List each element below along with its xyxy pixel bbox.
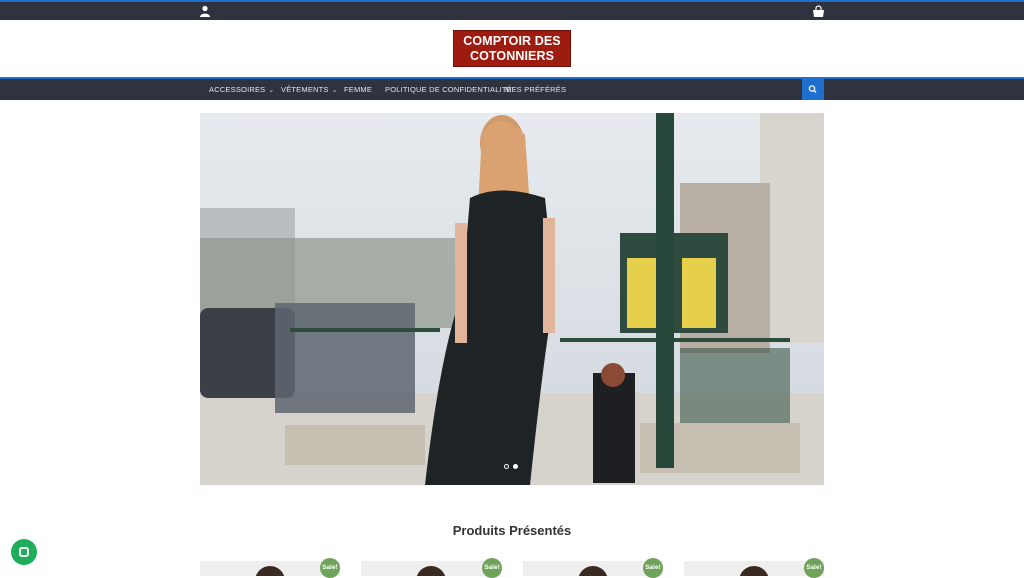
product-image xyxy=(739,566,769,576)
nav-item-label: FEMME xyxy=(344,85,373,94)
nav-item-femme[interactable]: FEMME xyxy=(344,85,372,94)
hero-image xyxy=(200,113,824,485)
section-title: Produits Présentés xyxy=(452,523,572,538)
product-card[interactable] xyxy=(200,561,340,576)
logo-line-1: COMPTOIR DES xyxy=(463,34,561,48)
product-card[interactable] xyxy=(523,561,663,576)
product-image xyxy=(416,566,446,576)
user-icon[interactable] xyxy=(199,5,211,17)
nav-item-label: ACCESSOIRES xyxy=(209,85,266,94)
nav-item-label: MES PRÉFÉRÉS xyxy=(505,85,567,94)
product-card[interactable] xyxy=(361,561,501,576)
logo-line-2: COTONNIERS xyxy=(469,49,555,63)
nav-item-favoris[interactable]: MES PRÉFÉRÉS xyxy=(505,85,566,94)
hero-slider[interactable] xyxy=(200,113,824,485)
product-card[interactable] xyxy=(684,561,824,576)
main-navigation: ACCESSOIRES ⌄ VÊTEMENTS ⌄ FEMME POLITIQUE … xyxy=(0,77,1024,100)
nav-item-politique[interactable]: POLITIQUE DE CONFIDENTIALITÉ xyxy=(385,85,512,94)
product-image xyxy=(578,566,608,576)
sale-badge: Sale! xyxy=(643,558,663,578)
nav-item-vetements[interactable]: VÊTEMENTS ⌄ xyxy=(281,85,338,94)
chevron-down-icon: ⌄ xyxy=(331,87,338,94)
nav-item-accessoires[interactable]: ACCESSOIRES ⌄ xyxy=(209,85,274,94)
chat-button[interactable] xyxy=(11,539,37,565)
site-logo[interactable]: COMPTOIR DES COTONNIERS xyxy=(453,30,571,67)
top-bar xyxy=(0,0,1024,20)
search-button[interactable] xyxy=(802,79,824,100)
sale-badge: Sale! xyxy=(804,558,824,578)
product-image xyxy=(255,566,285,576)
site-header: COMPTOIR DES COTONNIERS xyxy=(0,20,1024,77)
chat-icon xyxy=(19,547,29,557)
search-icon xyxy=(808,85,817,93)
nav-item-label: POLITIQUE DE CONFIDENTIALITÉ xyxy=(385,85,512,94)
slide-dot-1[interactable] xyxy=(504,464,509,469)
shopping-bag-icon[interactable] xyxy=(812,5,825,18)
sale-badge: Sale! xyxy=(482,558,502,578)
chevron-down-icon: ⌄ xyxy=(268,87,275,94)
nav-item-label: VÊTEMENTS xyxy=(281,85,329,94)
slide-dot-2[interactable] xyxy=(513,464,518,469)
sale-badge: Sale! xyxy=(320,558,340,578)
